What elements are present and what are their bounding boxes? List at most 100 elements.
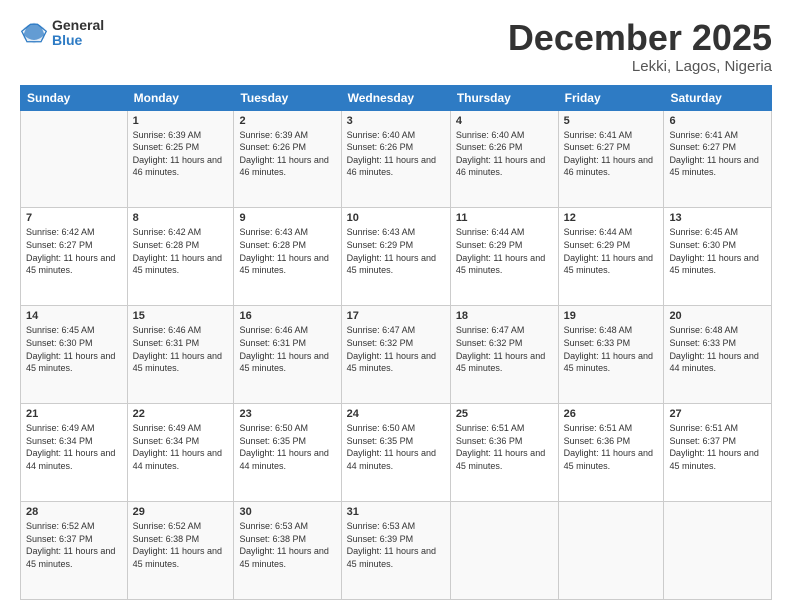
calendar-week-2: 7Sunrise: 6:42 AM Sunset: 6:27 PM Daylig… [21, 208, 772, 306]
day-info: Sunrise: 6:46 AM Sunset: 6:31 PM Dayligh… [133, 324, 229, 374]
day-number: 10 [347, 212, 445, 224]
header: General Blue December 2025 Lekki, Lagos,… [20, 18, 772, 75]
calendar-cell: 24Sunrise: 6:50 AM Sunset: 6:35 PM Dayli… [341, 404, 450, 502]
day-info: Sunrise: 6:42 AM Sunset: 6:27 PM Dayligh… [26, 226, 122, 276]
calendar-cell: 19 Sunrise: 6:48 AM Sunset: 6:33 PM Dayli… [558, 306, 664, 404]
day-number: 27 [669, 408, 766, 420]
logo-icon [20, 19, 48, 47]
day-number: 13 [669, 212, 766, 224]
day-info: Sunrise: 6:47 AM Sunset: 6:32 PM Dayligh… [456, 324, 553, 374]
calendar-cell: 17 Sunrise: 6:47 AM Sunset: 6:32 PM Dayli… [341, 306, 450, 404]
day-info: Sunrise: 6:44 AM Sunset: 6:29 PM Dayligh… [564, 226, 659, 276]
day-info: Sunrise: 6:49 AM Sunset: 6:34 PM Dayligh… [26, 422, 122, 472]
day-number: 21 [26, 408, 122, 420]
calendar-cell [21, 110, 128, 208]
day-info: Sunrise: 6:51 AM Sunset: 6:36 PM Dayligh… [456, 422, 553, 472]
day-info: Sunrise: 6:48 AM Sunset: 6:33 PM Dayligh… [669, 324, 766, 374]
day-number: 20 [669, 310, 766, 322]
day-number: 26 [564, 408, 659, 420]
calendar-cell: 9 Sunrise: 6:43 AM Sunset: 6:28 PM Daylig… [234, 208, 341, 306]
calendar-cell: 4 Sunrise: 6:40 AM Sunset: 6:26 PM Daylig… [450, 110, 558, 208]
page: General Blue December 2025 Lekki, Lagos,… [0, 0, 792, 612]
day-info: Sunrise: 6:43 AM Sunset: 6:28 PM Dayligh… [239, 226, 335, 276]
day-number: 8 [133, 212, 229, 224]
day-info: Sunrise: 6:42 AM Sunset: 6:28 PM Dayligh… [133, 226, 229, 276]
day-info: Sunrise: 6:50 AM Sunset: 6:35 PM Dayligh… [239, 422, 335, 472]
calendar-cell: 7Sunrise: 6:42 AM Sunset: 6:27 PM Daylig… [21, 208, 128, 306]
calendar-week-5: 28Sunrise: 6:52 AM Sunset: 6:37 PM Dayli… [21, 502, 772, 600]
location: Lekki, Lagos, Nigeria [508, 58, 772, 75]
col-monday: Monday [127, 85, 234, 110]
calendar-cell: 11Sunrise: 6:44 AM Sunset: 6:29 PM Dayli… [450, 208, 558, 306]
day-info: Sunrise: 6:50 AM Sunset: 6:35 PM Dayligh… [347, 422, 445, 472]
day-number: 31 [347, 506, 445, 518]
day-number: 6 [669, 115, 766, 127]
calendar-cell: 20 Sunrise: 6:48 AM Sunset: 6:33 PM Dayli… [664, 306, 772, 404]
calendar-table: Sunday Monday Tuesday Wednesday Thursday… [20, 85, 772, 600]
col-sunday: Sunday [21, 85, 128, 110]
calendar-cell: 31 Sunrise: 6:53 AM Sunset: 6:39 PM Dayli… [341, 502, 450, 600]
day-number: 2 [239, 115, 335, 127]
calendar-cell: 21 Sunrise: 6:49 AM Sunset: 6:34 PM Dayli… [21, 404, 128, 502]
col-thursday: Thursday [450, 85, 558, 110]
day-number: 23 [239, 408, 335, 420]
day-info: Sunrise: 6:53 AM Sunset: 6:38 PM Dayligh… [239, 520, 335, 570]
day-info: Sunrise: 6:46 AM Sunset: 6:31 PM Dayligh… [239, 324, 335, 374]
calendar-week-3: 14Sunrise: 6:45 AM Sunset: 6:30 PM Dayli… [21, 306, 772, 404]
logo-text: General Blue [52, 18, 104, 49]
calendar-cell: 12Sunrise: 6:44 AM Sunset: 6:29 PM Dayli… [558, 208, 664, 306]
calendar-cell: 1Sunrise: 6:39 AM Sunset: 6:25 PM Daylig… [127, 110, 234, 208]
day-number: 17 [347, 310, 445, 322]
day-number: 28 [26, 506, 122, 518]
title-block: December 2025 Lekki, Lagos, Nigeria [508, 18, 772, 75]
day-info: Sunrise: 6:41 AM Sunset: 6:27 PM Dayligh… [669, 129, 766, 179]
calendar-cell [450, 502, 558, 600]
logo-blue-text: Blue [52, 33, 104, 48]
calendar-cell [558, 502, 664, 600]
day-info: Sunrise: 6:51 AM Sunset: 6:37 PM Dayligh… [669, 422, 766, 472]
logo: General Blue [20, 18, 104, 49]
day-number: 9 [239, 212, 335, 224]
day-number: 5 [564, 115, 659, 127]
calendar-cell: 16 Sunrise: 6:46 AM Sunset: 6:31 PM Dayli… [234, 306, 341, 404]
day-info: Sunrise: 6:45 AM Sunset: 6:30 PM Dayligh… [669, 226, 766, 276]
day-info: Sunrise: 6:40 AM Sunset: 6:26 PM Dayligh… [456, 129, 553, 179]
calendar-cell: 26 Sunrise: 6:51 AM Sunset: 6:36 PM Dayli… [558, 404, 664, 502]
calendar-cell: 3Sunrise: 6:40 AM Sunset: 6:26 PM Daylig… [341, 110, 450, 208]
calendar-cell: 14Sunrise: 6:45 AM Sunset: 6:30 PM Dayli… [21, 306, 128, 404]
day-info: Sunrise: 6:39 AM Sunset: 6:25 PM Dayligh… [133, 129, 229, 179]
day-info: Sunrise: 6:47 AM Sunset: 6:32 PM Dayligh… [347, 324, 445, 374]
day-number: 18 [456, 310, 553, 322]
day-info: Sunrise: 6:51 AM Sunset: 6:36 PM Dayligh… [564, 422, 659, 472]
calendar-cell: 5 Sunrise: 6:41 AM Sunset: 6:27 PM Daylig… [558, 110, 664, 208]
weekday-header-row: Sunday Monday Tuesday Wednesday Thursday… [21, 85, 772, 110]
day-info: Sunrise: 6:53 AM Sunset: 6:39 PM Dayligh… [347, 520, 445, 570]
col-wednesday: Wednesday [341, 85, 450, 110]
calendar-cell: 13 Sunrise: 6:45 AM Sunset: 6:30 PM Dayli… [664, 208, 772, 306]
day-number: 15 [133, 310, 229, 322]
calendar-week-1: 1Sunrise: 6:39 AM Sunset: 6:25 PM Daylig… [21, 110, 772, 208]
day-info: Sunrise: 6:43 AM Sunset: 6:29 PM Dayligh… [347, 226, 445, 276]
calendar-cell: 25 Sunrise: 6:51 AM Sunset: 6:36 PM Dayli… [450, 404, 558, 502]
day-info: Sunrise: 6:48 AM Sunset: 6:33 PM Dayligh… [564, 324, 659, 374]
day-info: Sunrise: 6:41 AM Sunset: 6:27 PM Dayligh… [564, 129, 659, 179]
day-number: 30 [239, 506, 335, 518]
calendar-week-4: 21 Sunrise: 6:49 AM Sunset: 6:34 PM Dayli… [21, 404, 772, 502]
day-number: 16 [239, 310, 335, 322]
day-number: 29 [133, 506, 229, 518]
day-number: 11 [456, 212, 553, 224]
day-number: 25 [456, 408, 553, 420]
calendar-cell: 27 Sunrise: 6:51 AM Sunset: 6:37 PM Dayli… [664, 404, 772, 502]
calendar-cell: 18 Sunrise: 6:47 AM Sunset: 6:32 PM Dayli… [450, 306, 558, 404]
day-number: 14 [26, 310, 122, 322]
day-number: 22 [133, 408, 229, 420]
day-number: 19 [564, 310, 659, 322]
day-number: 4 [456, 115, 553, 127]
calendar-cell: 30 Sunrise: 6:53 AM Sunset: 6:38 PM Dayli… [234, 502, 341, 600]
calendar-cell: 15 Sunrise: 6:46 AM Sunset: 6:31 PM Dayli… [127, 306, 234, 404]
col-tuesday: Tuesday [234, 85, 341, 110]
month-title: December 2025 [508, 18, 772, 58]
calendar-cell [664, 502, 772, 600]
day-info: Sunrise: 6:39 AM Sunset: 6:26 PM Dayligh… [239, 129, 335, 179]
calendar-cell: 28Sunrise: 6:52 AM Sunset: 6:37 PM Dayli… [21, 502, 128, 600]
